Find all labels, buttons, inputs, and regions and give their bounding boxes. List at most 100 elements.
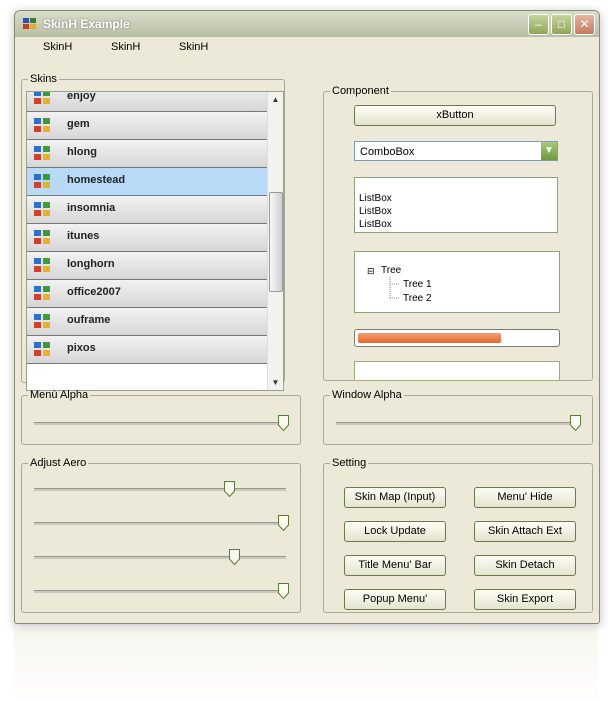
skin-label: longhorn (67, 258, 115, 270)
slider-track (34, 488, 286, 491)
list-item[interactable]: hlong (27, 140, 269, 168)
window-alpha-legend: Window Alpha (332, 389, 402, 401)
popup-menu-button[interactable]: Popup Menu' (344, 589, 446, 610)
skin-label: homestead (67, 174, 126, 186)
skin-map-input-button[interactable]: Skin Map (Input) (344, 487, 446, 508)
window-title: SkinH Example (43, 17, 130, 31)
tree-expander-icon[interactable]: ⊟ (367, 266, 375, 277)
skin-icon (34, 258, 50, 272)
main-window: SkinH Example – □ ✕ SkinH SkinH SkinH Sk… (14, 10, 600, 624)
skin-label: pixos (67, 342, 96, 354)
slider-track (34, 522, 286, 525)
list-item[interactable]: itunes (27, 224, 269, 252)
menu-alpha-group: Menù Alpha (21, 389, 301, 445)
list-item[interactable]: insomnia (27, 196, 269, 224)
close-button[interactable]: ✕ (574, 14, 595, 35)
scroll-up-icon[interactable]: ▲ (268, 92, 283, 107)
menu-item-skinh-3[interactable]: SkinH (179, 41, 208, 53)
app-icon (23, 18, 36, 29)
skin-detach-button[interactable]: Skin Detach (474, 555, 576, 576)
text-field[interactable] (354, 361, 560, 381)
window-alpha-group: Window Alpha (323, 389, 593, 445)
slider-track (34, 556, 286, 559)
menu-hide-button[interactable]: Menu' Hide (474, 487, 576, 508)
skin-list[interactable]: enjoy gem hlong homestead insomnia itunes long… (26, 91, 284, 391)
menu-alpha-slider[interactable] (34, 415, 289, 431)
tree-lines (389, 277, 400, 299)
menu-item-skinh-2[interactable]: SkinH (111, 41, 140, 53)
slider-thumb[interactable] (278, 515, 289, 531)
skin-label: gem (67, 118, 90, 130)
menu-item-skinh-1[interactable]: SkinH (43, 41, 72, 53)
skin-label: itunes (67, 230, 100, 242)
aero-slider-1[interactable] (34, 481, 286, 497)
title-menu-bar-button[interactable]: Title Menu' Bar (344, 555, 446, 576)
setting-group: Setting Skin Map (Input) Menu' Hide Lock… (323, 457, 593, 613)
chevron-down-icon[interactable]: ▼ (541, 142, 557, 160)
slider-track (336, 422, 578, 425)
list-item[interactable]: enjoy (27, 91, 269, 112)
skin-icon (34, 118, 50, 132)
skins-group: Skins enjoy gem hlong homestead insomnia itun… (21, 73, 285, 391)
combo-box[interactable]: ComboBox ▼ (354, 141, 558, 161)
adjust-aero-legend: Adjust Aero (30, 457, 87, 469)
skin-icon (34, 174, 50, 188)
skin-export-button[interactable]: Skin Export (474, 589, 576, 610)
skin-icon (34, 92, 50, 104)
list-item[interactable]: longhorn (27, 252, 269, 280)
slider-thumb[interactable] (223, 481, 235, 497)
slider-thumb[interactable] (228, 549, 240, 565)
list-item[interactable]: ListBox (359, 192, 553, 205)
skin-label: ouframe (67, 314, 111, 326)
list-item[interactable]: gem (27, 112, 269, 140)
menu-bar: SkinH SkinH SkinH (15, 37, 599, 57)
window-alpha-slider[interactable] (336, 415, 581, 431)
tree-node-child[interactable]: Tree 2 (403, 293, 432, 304)
window-reflection (14, 626, 598, 702)
list-item[interactable]: office2007 (27, 280, 269, 308)
list-box[interactable]: ListBox ListBox ListBox (354, 177, 558, 233)
skin-list-scrollbar[interactable]: ▲ ▼ (267, 92, 283, 390)
setting-legend: Setting (332, 457, 367, 469)
slider-track (34, 590, 286, 593)
list-item[interactable]: ListBox (359, 218, 553, 231)
skins-legend: Skins (30, 73, 57, 85)
aero-slider-2[interactable] (34, 515, 289, 531)
menu-alpha-legend: Menù Alpha (30, 389, 89, 401)
title-bar[interactable]: SkinH Example – □ ✕ (15, 11, 599, 37)
slider-thumb[interactable] (278, 415, 289, 431)
skin-attach-ext-button[interactable]: Skin Attach Ext (474, 521, 576, 542)
progress-bar (354, 329, 560, 347)
minimize-button[interactable]: – (528, 14, 549, 35)
skin-label: office2007 (67, 286, 121, 298)
slider-thumb[interactable] (570, 415, 581, 431)
slider-thumb[interactable] (278, 583, 289, 599)
list-item[interactable]: ouframe (27, 308, 269, 336)
skin-label: insomnia (67, 202, 116, 214)
aero-slider-3[interactable] (34, 549, 286, 565)
skin-label: enjoy (67, 91, 96, 102)
component-group: Component xButton ComboBox ▼ ListBox Lis… (323, 85, 593, 381)
tree-node-child[interactable]: Tree 1 (403, 279, 432, 290)
maximize-icon: □ (557, 17, 566, 31)
scroll-down-icon[interactable]: ▼ (268, 375, 283, 390)
scroll-thumb[interactable] (269, 192, 283, 292)
list-item[interactable]: homestead (27, 168, 269, 196)
xbutton[interactable]: xButton (354, 105, 556, 126)
skin-icon (34, 314, 50, 328)
tree-node-root[interactable]: Tree (381, 265, 401, 276)
tree-view[interactable]: ⊟ Tree Tree 1 Tree 2 (354, 251, 560, 313)
list-item[interactable]: pixos (27, 336, 269, 364)
skin-icon (34, 342, 50, 356)
aero-slider-4[interactable] (34, 583, 289, 599)
skin-icon (34, 230, 50, 244)
skin-icon (34, 146, 50, 160)
slider-track (34, 422, 286, 425)
maximize-button[interactable]: □ (551, 14, 572, 35)
component-legend: Component (332, 85, 389, 97)
skin-icon (34, 286, 50, 300)
lock-update-button[interactable]: Lock Update (344, 521, 446, 542)
list-item[interactable]: ListBox (359, 205, 553, 218)
close-icon: ✕ (579, 17, 590, 31)
combo-box-value: ComboBox (360, 146, 415, 158)
